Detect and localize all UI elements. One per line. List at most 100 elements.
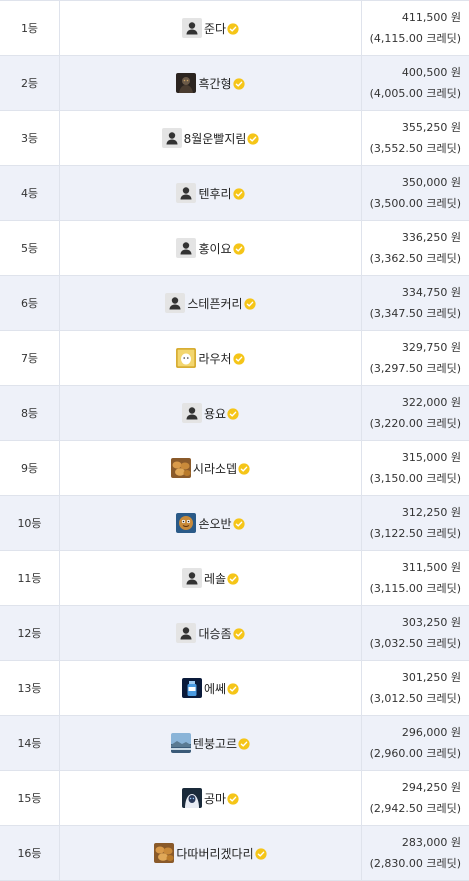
rank-cell: 7등: [0, 331, 60, 385]
rank-cell: 3등: [0, 111, 60, 165]
yellow-ghost-avatar: [176, 348, 197, 368]
user-cell: 에쎄: [60, 661, 362, 715]
verified-badge-icon: [232, 628, 245, 640]
amount-won: 322,000 원: [401, 396, 461, 409]
default-user-icon: [181, 403, 202, 423]
user-name[interactable]: 레솔: [204, 570, 226, 587]
amount-won: 329,750 원: [401, 341, 461, 354]
amount-won: 355,250 원: [401, 121, 461, 134]
amount-won: 303,250 원: [401, 616, 461, 629]
table-row: 4등 텐후리 350,000 원 (3,500.00 크레딧): [0, 166, 469, 221]
user-cell: 공마: [60, 771, 362, 825]
amount-credits: (2,830.00 크레딧): [369, 857, 461, 870]
rank-cell: 16등: [0, 826, 60, 880]
user-cell: 홍이요: [60, 221, 362, 275]
user-name[interactable]: 텐후리: [198, 185, 231, 202]
amount-cell: 301,250 원 (3,012.50 크레딧): [362, 661, 469, 715]
table-row: 5등 홍이요 336,250 원 (3,362.50 크레딧): [0, 221, 469, 276]
amount-won: 315,000 원: [401, 451, 461, 464]
user-name[interactable]: 시라소뎁: [193, 460, 237, 477]
table-row: 2등 흑간형 400,500 원 (4,005.00 크레딧): [0, 56, 469, 111]
user-name[interactable]: 공마: [204, 790, 226, 807]
amount-cell: 296,000 원 (2,960.00 크레딧): [362, 716, 469, 770]
rank-cell: 15등: [0, 771, 60, 825]
amount-won: 350,000 원: [401, 176, 461, 189]
user-name[interactable]: 에쎄: [204, 680, 226, 697]
user-name[interactable]: 라우처: [198, 350, 231, 367]
rank-cell: 8등: [0, 386, 60, 440]
rank-cell: 12등: [0, 606, 60, 660]
table-row: 15등 공마 294,250 원 (2,942.50 크레딧): [0, 771, 469, 826]
amount-credits: (3,220.00 크레딧): [369, 417, 461, 430]
amount-cell: 315,000 원 (3,150.00 크레딧): [362, 441, 469, 495]
rank-cell: 9등: [0, 441, 60, 495]
table-row: 16등 다따버리겠다리 283,000 원 (2,830.00 크레딧): [0, 826, 469, 881]
amount-cell: 329,750 원 (3,297.50 크레딧): [362, 331, 469, 385]
rank-cell: 1등: [0, 1, 60, 55]
user-cell: 시라소뎁: [60, 441, 362, 495]
user-cell: 흑간형: [60, 56, 362, 110]
amount-cell: 355,250 원 (3,552.50 크레딧): [362, 111, 469, 165]
amount-credits: (3,500.00 크레딧): [369, 197, 461, 210]
amount-cell: 400,500 원 (4,005.00 크레딧): [362, 56, 469, 110]
user-name[interactable]: 8월운빨지림: [184, 130, 247, 147]
amount-cell: 334,750 원 (3,347.50 크레딧): [362, 276, 469, 330]
amount-credits: (4,115.00 크레딧): [369, 32, 461, 45]
verified-badge-icon: [232, 243, 245, 255]
verified-badge-icon: [227, 408, 239, 420]
rank-cell: 6등: [0, 276, 60, 330]
table-row: 3등 8월운빨지림 355,250 원 (3,552.50 크레딧): [0, 111, 469, 166]
user-name[interactable]: 손오반: [198, 515, 231, 532]
user-name[interactable]: 텐붕고르: [193, 735, 237, 752]
amount-credits: (3,297.50 크레딧): [369, 362, 461, 375]
amount-won: 411,500 원: [401, 11, 461, 24]
amount-credits: (2,942.50 크레딧): [369, 802, 461, 815]
amount-credits: (2,960.00 크레딧): [369, 747, 461, 760]
default-user-icon: [176, 238, 197, 258]
user-name[interactable]: 다따버리겠다리: [176, 845, 253, 862]
user-name[interactable]: 홍이요: [198, 240, 231, 257]
amount-cell: 311,500 원 (3,115.00 크레딧): [362, 551, 469, 605]
amount-won: 312,250 원: [401, 506, 461, 519]
amount-won: 294,250 원: [401, 781, 461, 794]
bread-avatar: [170, 458, 191, 478]
user-cell: 다따버리겠다리: [60, 826, 362, 880]
verified-badge-icon: [232, 518, 245, 530]
verified-badge-icon: [227, 683, 239, 695]
user-name[interactable]: 흑간형: [198, 75, 231, 92]
amount-won: 283,000 원: [401, 836, 461, 849]
verified-badge-icon: [243, 298, 256, 310]
rank-cell: 2등: [0, 56, 60, 110]
amount-cell: 303,250 원 (3,032.50 크레딧): [362, 606, 469, 660]
default-user-icon: [165, 293, 186, 313]
user-name[interactable]: 스테픈커리: [187, 295, 242, 312]
default-user-icon: [161, 128, 182, 148]
table-row: 11등 레솔 311,500 원 (3,115.00 크레딧): [0, 551, 469, 606]
cookie-face-avatar: [176, 513, 197, 533]
amount-credits: (3,122.50 크레딧): [369, 527, 461, 540]
amount-credits: (4,005.00 크레딧): [369, 87, 461, 100]
amount-credits: (3,347.50 크레딧): [369, 307, 461, 320]
dark-character-avatar: [176, 73, 197, 93]
user-cell: 레솔: [60, 551, 362, 605]
hooded-character-avatar: [181, 788, 202, 808]
user-name[interactable]: 용요: [204, 405, 226, 422]
amount-won: 336,250 원: [401, 231, 461, 244]
verified-badge-icon: [232, 188, 245, 200]
table-row: 12등 대승좀 303,250 원 (3,032.50 크레딧): [0, 606, 469, 661]
verified-badge-icon: [247, 133, 260, 145]
verified-badge-icon: [255, 848, 267, 860]
user-name[interactable]: 대승좀: [198, 625, 231, 642]
amount-credits: (3,012.50 크레딧): [369, 692, 461, 705]
amount-credits: (3,552.50 크레딧): [369, 142, 461, 155]
table-row: 8등 용요 322,000 원 (3,220.00 크레딧): [0, 386, 469, 441]
amount-credits: (3,362.50 크레딧): [369, 252, 461, 265]
amount-cell: 312,250 원 (3,122.50 크레딧): [362, 496, 469, 550]
amount-won: 296,000 원: [401, 726, 461, 739]
default-user-icon: [181, 18, 202, 38]
user-cell: 8월운빨지림: [60, 111, 362, 165]
user-name[interactable]: 준다: [204, 20, 226, 37]
user-cell: 텐붕고르: [60, 716, 362, 770]
user-cell: 용요: [60, 386, 362, 440]
default-user-icon: [176, 623, 197, 643]
